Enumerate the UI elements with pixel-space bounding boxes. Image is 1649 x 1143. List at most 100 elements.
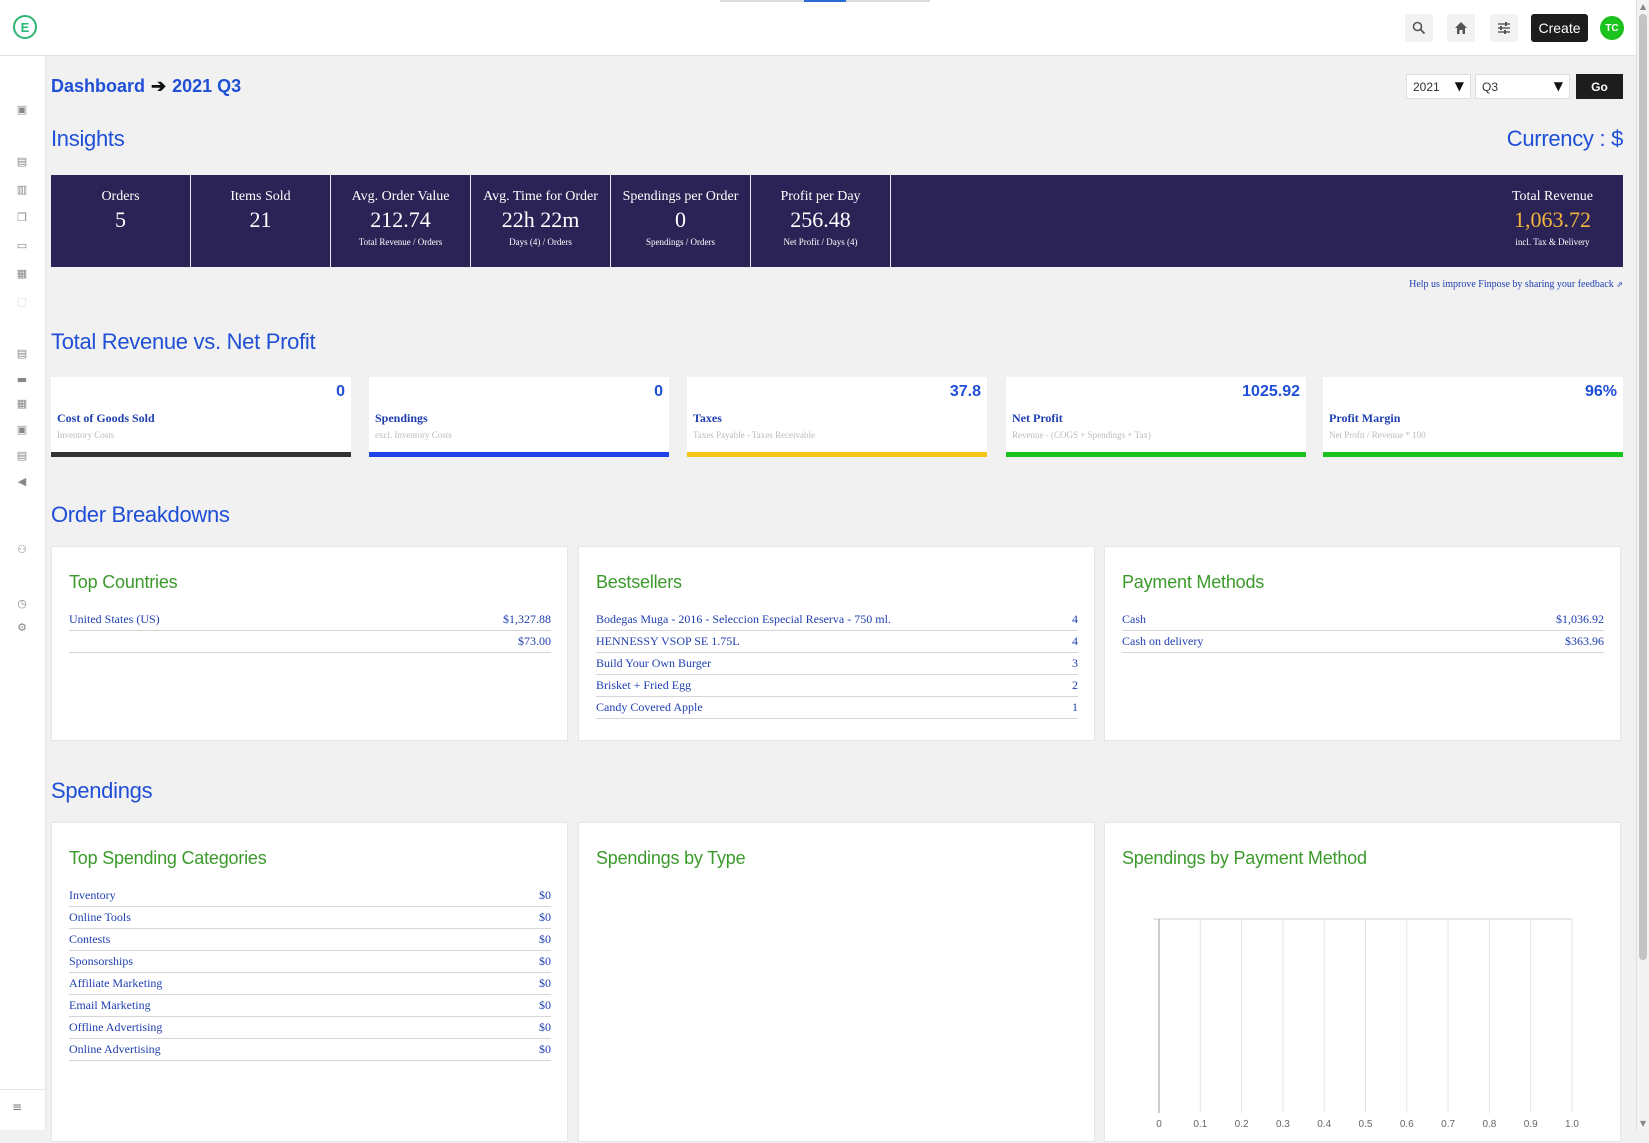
insight-orders: Orders 5 (51, 175, 191, 267)
search-icon[interactable] (1405, 14, 1433, 42)
row-name: Brisket + Fried Egg (596, 678, 692, 692)
settings-icon[interactable]: ⚙ (15, 622, 29, 634)
list-item[interactable]: Contests $0 (69, 929, 551, 951)
row-name: Online Advertising (69, 1042, 161, 1056)
year-select-value: 2021 (1413, 80, 1440, 94)
document-icon[interactable]: ▥ (15, 184, 29, 196)
top-bar: E Create TC (0, 0, 1636, 56)
payment-methods-list: Cash $1,036.92 Cash on delivery $363.96 (1122, 609, 1604, 653)
insight-label: Profit per Day (780, 189, 861, 204)
insight-label: Total Revenue (1511, 189, 1593, 204)
copy-icon[interactable]: ❐ (15, 212, 29, 224)
insight-total-revenue: Total Revenue 1,063.72 incl. Tax & Deliv… (1512, 189, 1593, 247)
list-item[interactable]: Candy Covered Apple 1 (596, 697, 1078, 719)
row-name: Contests (69, 932, 111, 946)
metric-spendings: 0 Spendings excl. Inventory Costs (369, 377, 669, 457)
list-item[interactable]: $73.00 (69, 631, 551, 653)
top-countries-panel: Top Countries United States (US) $1,327.8… (51, 546, 568, 741)
row-value: $0 (539, 932, 551, 946)
list-item[interactable]: Online Advertising $0 (69, 1039, 551, 1061)
list-item[interactable]: Cash on delivery $363.96 (1122, 631, 1604, 653)
row-name: Affiliate Marketing (69, 976, 163, 990)
list-item[interactable]: Cash $1,036.92 (1122, 609, 1604, 631)
metric-label: Spendings (375, 411, 428, 425)
metric-value: 0 (336, 383, 345, 400)
order-breakdowns-title: Order Breakdowns (51, 502, 230, 527)
list-item[interactable]: Affiliate Marketing $0 (69, 973, 551, 995)
insight-value: 22h 22m (501, 207, 580, 232)
report-icon[interactable]: ▣ (15, 424, 29, 436)
top-spending-categories-panel: Top Spending Categories Inventory $0 Onli… (51, 822, 568, 1142)
insight-label: Avg. Time for Order (483, 189, 598, 204)
panel-title: Bestsellers (596, 572, 682, 592)
panel-title: Top Countries (69, 572, 178, 592)
bestsellers-list: Bodegas Muga - 2016 - Seleccion Especial… (596, 609, 1078, 719)
list-item[interactable]: United States (US) $1,327.88 (69, 609, 551, 631)
chat-icon[interactable]: ▭ (15, 240, 29, 252)
row-name: HENNESSY VSOP SE 1.75L (596, 634, 740, 648)
quarter-select-value: Q3 (1482, 80, 1499, 94)
scrollbar-thumb[interactable] (1639, 14, 1647, 960)
breadcrumb-current: 2021 Q3 (172, 76, 242, 96)
metric-value: 37.8 (949, 383, 981, 400)
page-scrollbar[interactable]: ▲ ▼ (1636, 0, 1649, 1130)
list-item[interactable]: Brisket + Fried Egg 2 (596, 675, 1078, 697)
users-icon[interactable]: ⚇ (15, 544, 29, 556)
calendar-icon[interactable]: ▦ (15, 268, 29, 280)
list-item[interactable]: Email Marketing $0 (69, 995, 551, 1017)
archive-icon[interactable]: ▬ (15, 374, 29, 386)
home-icon[interactable] (1447, 14, 1475, 42)
list-item[interactable]: Inventory $0 (69, 885, 551, 907)
sidebar-divider (0, 1089, 46, 1090)
metric-value: 0 (654, 383, 663, 400)
list-item[interactable]: Online Tools $0 (69, 907, 551, 929)
feedback-link[interactable]: Help us improve Finpose by sharing your … (1409, 279, 1623, 290)
collapse-icon[interactable]: ≡ (12, 1100, 22, 1114)
insight-label: Orders (101, 189, 140, 204)
metric-label: Taxes (693, 411, 722, 425)
sliders-icon[interactable] (1490, 14, 1518, 42)
insight-spendings-per-order: Spendings per Order 0 Spendings / Orders (611, 175, 751, 267)
scroll-down-icon[interactable]: ▼ (1640, 1119, 1646, 1128)
megaphone-icon[interactable]: ◀ (15, 476, 29, 488)
go-button[interactable]: Go (1576, 74, 1623, 99)
user-avatar[interactable]: TC (1600, 16, 1624, 40)
folder-icon[interactable]: ▤ (15, 156, 29, 168)
list-item[interactable]: Build Your Own Burger 3 (596, 653, 1078, 675)
chart-x-tick-label: 0.6 (1400, 1119, 1414, 1130)
active-tab-indicator (804, 0, 846, 2)
ledger-icon[interactable]: ▤ (15, 450, 29, 462)
row-value: 3 (1072, 656, 1078, 670)
metric-net-profit: 1025.92 Net Profit Revenue - (COGS + Spe… (1006, 377, 1306, 457)
spending-categories-list: Inventory $0 Online Tools $0 Contests $0 Sp… (69, 885, 551, 1061)
dashboard-icon[interactable]: ▣ (15, 104, 29, 116)
list-item[interactable]: Sponsorships $0 (69, 951, 551, 973)
row-value: $0 (539, 1020, 551, 1034)
list-item[interactable]: Offline Advertising $0 (69, 1017, 551, 1039)
sidebar: ▣ ▤ ▥ ❐ ▭ ▦ ▢ ▤ ▬ ▦ ▣ ▤ ◀ ⚇ ◷ ⚙ ≡ (0, 56, 46, 1130)
chart-x-tick-label: 1.0 (1565, 1119, 1579, 1130)
insight-avg-order-value: Avg. Order Value 212.74 Total Revenue / … (331, 175, 471, 267)
clock-icon[interactable]: ◷ (15, 598, 29, 610)
metric-sub: Net Profit / Revenue * 100 (1329, 430, 1426, 440)
insight-value: 21 (249, 207, 272, 232)
quarter-select[interactable]: Q3 ▼ (1475, 74, 1570, 99)
payment-methods-panel: Payment Methods Cash $1,036.92 Cash on de… (1104, 546, 1621, 741)
breadcrumb-dashboard-link[interactable]: Dashboard (51, 76, 145, 96)
logo-letter: E (20, 19, 30, 35)
grid-icon[interactable]: ▦ (15, 398, 29, 410)
list-item[interactable]: Bodegas Muga - 2016 - Seleccion Especial… (596, 609, 1078, 631)
insight-sub: incl. Tax & Delivery (1515, 237, 1590, 247)
list-icon[interactable]: ▤ (15, 348, 29, 360)
create-button[interactable]: Create (1531, 14, 1588, 42)
scroll-up-icon[interactable]: ▲ (1640, 2, 1646, 11)
panel-title: Spendings by Type (596, 848, 746, 868)
insight-profit-per-day: Profit per Day 256.48 Net Profit / Days … (751, 175, 891, 267)
app-logo-icon[interactable]: E (13, 15, 37, 39)
year-select[interactable]: 2021 ▼ (1406, 74, 1471, 99)
list-item[interactable]: HENNESSY VSOP SE 1.75L 4 (596, 631, 1078, 653)
metric-profit-margin: 96% Profit Margin Net Profit / Revenue *… (1323, 377, 1623, 457)
insight-sub: Spendings / Orders (646, 237, 715, 247)
panel-title: Payment Methods (1122, 572, 1265, 592)
image-icon[interactable]: ▢ (15, 296, 29, 308)
